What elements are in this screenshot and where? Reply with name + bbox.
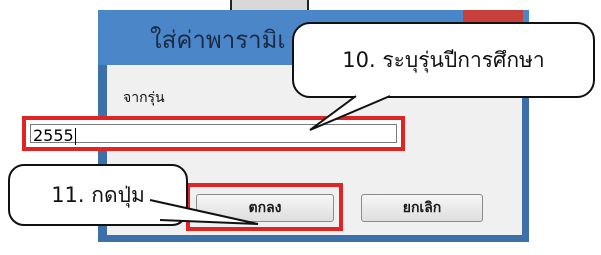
callout-tail-step-11 — [149, 199, 259, 225]
